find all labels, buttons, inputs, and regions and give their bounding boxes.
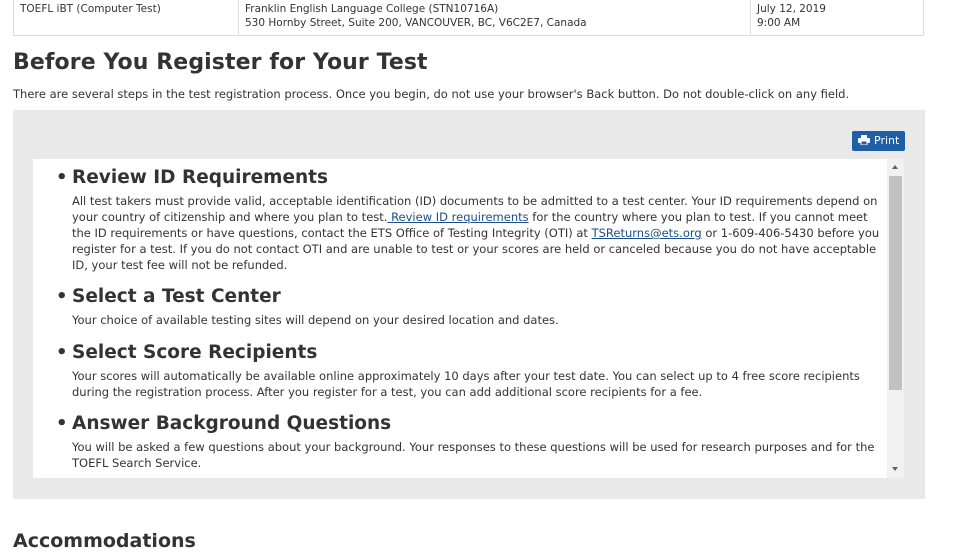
bullet-icon: • <box>56 286 68 307</box>
printer-icon <box>858 132 870 146</box>
bullet-icon: • <box>56 413 68 434</box>
step-title: • Select a Test Center <box>56 286 281 307</box>
bullet-icon: • <box>56 167 68 188</box>
step-text: All test takers must provide valid, acce… <box>72 194 880 272</box>
print-button[interactable]: Print <box>852 131 905 151</box>
scrollbar[interactable] <box>887 159 904 478</box>
test-center-cell: Franklin English Language College (STN10… <box>238 0 750 35</box>
intro-text: There are several steps in the test regi… <box>13 87 850 101</box>
test-name-cell: TOEFL iBT (Computer Test) <box>14 0 238 35</box>
test-date-cell: July 12, 2019 9:00 AM <box>750 0 924 35</box>
step-test-center: • Select a Test Center Your choice of ava… <box>33 286 886 328</box>
test-center-name: Franklin English Language College (STN10… <box>245 3 499 15</box>
step-score-recipients: • Select Score Recipients Your scores wil… <box>33 342 886 400</box>
test-center-address: 530 Hornby Street, Suite 200, VANCOUVER,… <box>245 17 587 29</box>
review-id-link[interactable]: Review ID requirements <box>387 210 529 224</box>
step-title: • Review ID Requirements <box>56 167 329 188</box>
scroll-down-icon[interactable] <box>892 467 898 471</box>
email-link[interactable]: TSReturns@ets.org <box>592 226 702 240</box>
test-summary-table: TOEFL iBT (Computer Test) Franklin Engli… <box>13 0 924 36</box>
test-time: 9:00 AM <box>757 17 801 29</box>
bullet-icon: • <box>56 342 68 363</box>
step-text: Your choice of available testing sites w… <box>72 313 559 327</box>
page-title: Before You Register for Your Test <box>13 50 428 75</box>
step-text: Your scores will automatically be availa… <box>72 369 860 399</box>
steps-scroll-area[interactable]: • Review ID Requirements All test takers … <box>33 159 904 478</box>
step-title: • Answer Background Questions <box>56 413 392 434</box>
test-name: TOEFL iBT (Computer Test) <box>20 3 161 15</box>
accommodations-heading: Accommodations <box>13 530 196 552</box>
step-text: You will be asked a few questions about … <box>72 440 875 470</box>
print-label: Print <box>874 134 900 147</box>
test-date: July 12, 2019 <box>757 3 826 15</box>
scroll-up-icon[interactable] <box>892 165 898 169</box>
step-title: • Select Score Recipients <box>56 342 318 363</box>
step-background-questions: • Answer Background Questions You will be… <box>33 413 886 471</box>
scrollbar-thumb[interactable] <box>889 176 902 390</box>
step-review-id: • Review ID Requirements All test takers … <box>33 167 886 273</box>
